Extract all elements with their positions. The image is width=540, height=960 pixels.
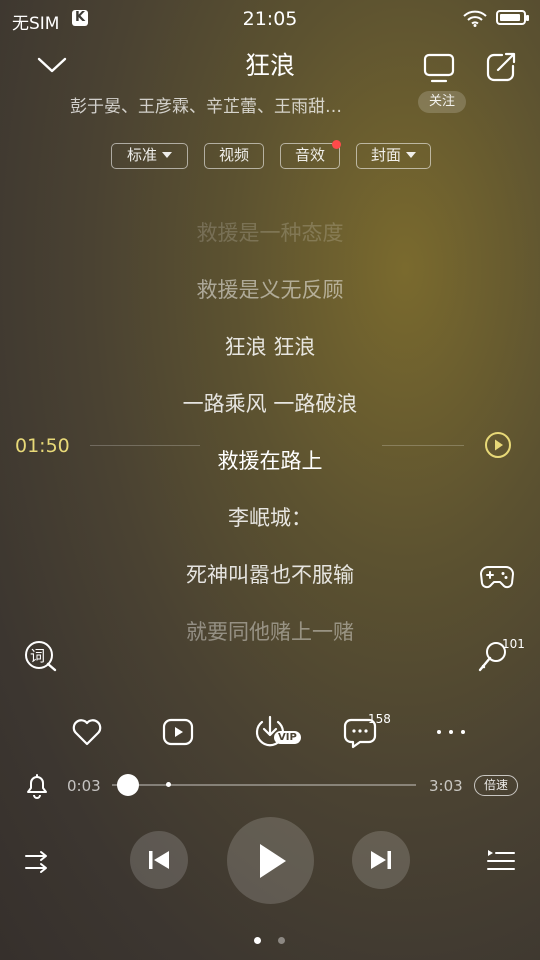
- lyric-icon-label: 词: [30, 647, 46, 665]
- shuffle-icon[interactable]: [24, 849, 54, 875]
- lyric-settings-button[interactable]: 词: [24, 640, 58, 672]
- progress-knob[interactable]: [117, 774, 139, 796]
- caret-down-icon: [162, 152, 172, 158]
- video-label: 视频: [218, 146, 249, 164]
- total-duration: 3:03: [429, 777, 463, 795]
- clock: 21:05: [242, 8, 298, 30]
- notification-dot: [332, 140, 341, 149]
- song-title: 狂浪: [244, 51, 295, 80]
- skip-previous-icon: [149, 851, 169, 869]
- quality-dropdown[interactable]: 标准: [111, 143, 188, 169]
- artist-names[interactable]: 彭于晏、王彦霖、辛芷蕾、王雨甜…: [70, 92, 400, 117]
- game-controller-icon[interactable]: [479, 563, 515, 591]
- lyric-line: 狂浪 狂浪: [224, 335, 316, 359]
- status-bar: 无SIM K 21:05: [0, 0, 540, 38]
- follow-button[interactable]: 关注: [418, 91, 466, 113]
- playlist-icon[interactable]: [486, 847, 516, 875]
- heart-icon[interactable]: [71, 717, 103, 747]
- more-icon[interactable]: [434, 727, 470, 737]
- lyric-line: 救援是义无反顾: [196, 278, 344, 302]
- play-icon: [260, 844, 286, 878]
- cover-dropdown[interactable]: 封面: [356, 143, 431, 169]
- lyric-line: 死神叫嚣也不服输: [186, 563, 354, 587]
- pager-dot-active[interactable]: [254, 937, 261, 944]
- cover-label: 封面: [370, 146, 401, 164]
- lyric-line: 救援是一种态度: [196, 221, 344, 245]
- previous-button[interactable]: [130, 831, 188, 889]
- comment-count: 158: [368, 712, 391, 726]
- lyric-line: 一路乘风 一路破浪: [182, 392, 358, 416]
- lyric-line: 就要同他赌上一赌: [186, 620, 354, 644]
- sound-effects-label: 音效: [294, 146, 325, 164]
- playback-speed-button[interactable]: 倍速: [474, 775, 518, 796]
- progress-bar[interactable]: [112, 784, 416, 786]
- sound-effects-button[interactable]: 音效: [280, 143, 340, 169]
- share-icon[interactable]: [484, 50, 518, 84]
- elapsed-time: 0:03: [67, 777, 101, 795]
- video-button[interactable]: 视频: [204, 143, 264, 169]
- buffer-marker: [166, 782, 171, 787]
- play-button[interactable]: [227, 817, 314, 904]
- sleep-timer-bell-icon[interactable]: [24, 772, 50, 800]
- cast-screen-icon[interactable]: [422, 52, 456, 84]
- wifi-icon: [463, 10, 487, 27]
- pager-dot[interactable]: [278, 937, 285, 944]
- music-video-icon[interactable]: [162, 717, 194, 747]
- play-from-line-icon[interactable]: [484, 431, 512, 459]
- next-button[interactable]: [352, 831, 410, 889]
- lyric-line-current: 救援在路上: [217, 449, 323, 473]
- skip-next-icon: [371, 851, 391, 869]
- vip-badge: VIP: [274, 731, 301, 744]
- caret-down-icon: [406, 152, 416, 158]
- quality-label: 标准: [126, 146, 157, 164]
- battery-icon: [496, 10, 529, 25]
- karaoke-count: 101: [502, 637, 525, 651]
- lyric-line: 李岷城：: [228, 506, 312, 530]
